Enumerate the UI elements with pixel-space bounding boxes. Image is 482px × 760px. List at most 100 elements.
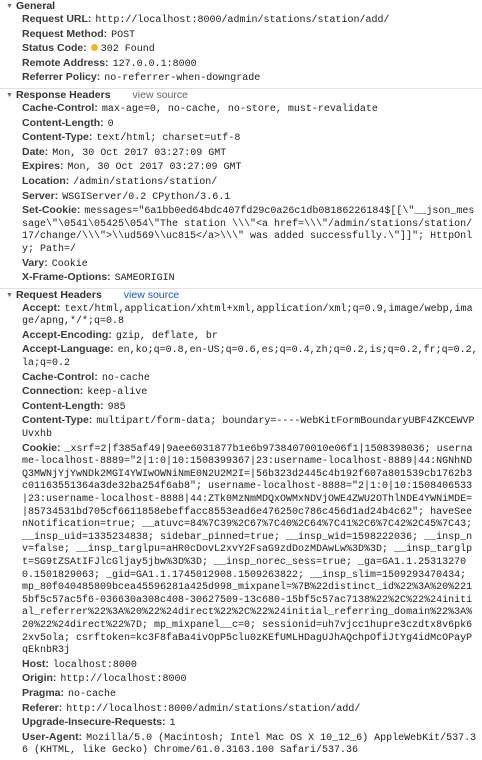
header-row-user-agent: User-Agent: Mozilla/5.0 (Macintosh; Intel…: [22, 731, 478, 758]
header-value: http://localhost:8000: [60, 674, 187, 686]
header-value: Mon, 30 Oct 2017 03:27:09 GMT: [52, 147, 227, 159]
section-header-general[interactable]: ▼ General: [0, 0, 482, 13]
header-value: no-cache: [101, 372, 150, 384]
header-row-cache-control: Cache-Control: max-age=0, no-cache, no-st…: [22, 102, 478, 117]
triangle-down-icon[interactable]: ▼: [6, 89, 16, 102]
header-row-content-length: Content-Length: 985: [22, 400, 478, 415]
header-row-set-cookie: Set-Cookie: messages="6a1bb0ed64bdc407fd2…: [22, 204, 478, 256]
header-row-server: Server: WSGIServer/0.2 CPython/3.6.1: [22, 190, 478, 205]
header-value: 0: [107, 118, 114, 130]
header-value: 302 Found: [100, 44, 155, 56]
header-value: text/html; charset=utf-8: [96, 133, 241, 145]
header-value: text/html,application/xhtml+xml,applicat…: [22, 303, 473, 328]
header-name: Referrer Policy:: [22, 71, 101, 84]
header-list: Cache-Control: max-age=0, no-cache, no-st…: [0, 102, 482, 288]
status-dot-icon: [90, 44, 98, 52]
header-row-accept-language: Accept-Language: en,ko;q=0.8,en-US;q=0.6,…: [22, 343, 478, 370]
header-list: Request URL: http://localhost:8000/admin/…: [0, 13, 482, 88]
header-row-cookie: Cookie: _xsrf=2|f385af49|9aee6031877b1e6b…: [22, 442, 478, 658]
header-value: 1: [169, 718, 176, 730]
header-value: max-age=0, no-cache, no-store, must-reva…: [101, 103, 378, 115]
section-title: Request Headers: [16, 288, 102, 301]
header-row-expires: Expires: Mon, 30 Oct 2017 03:27:09 GMT: [22, 160, 478, 175]
header-name: Pragma:: [22, 686, 65, 699]
header-value: keep-alive: [87, 387, 148, 399]
header-name: Remote Address:: [22, 56, 109, 69]
header-name: Set-Cookie:: [22, 204, 81, 217]
header-value: http://localhost:8000/admin/stations/sta…: [66, 703, 361, 715]
header-row-vary: Vary: Cookie: [22, 257, 478, 272]
header-name: Location:: [22, 174, 70, 187]
header-name: Request URL:: [22, 13, 92, 25]
header-row-connection: Connection: keep-alive: [22, 385, 478, 400]
header-name: Expires:: [22, 160, 64, 173]
section-request-headers: ▼ Request Headers view source Accept: text/h…: [0, 289, 482, 760]
header-list: Accept: text/html,application/xhtml+xml,a…: [0, 302, 482, 760]
header-value: messages="6a1bb0ed64bdc407fd29c0a26c1db0…: [22, 206, 475, 255]
header-value: Cookie: [51, 258, 88, 270]
header-name: Origin:: [22, 672, 57, 685]
header-row-referer: Referer: http://localhost:8000/admin/stat…: [22, 702, 478, 717]
header-row-request-url: Request URL: http://localhost:8000/admin/…: [22, 13, 478, 28]
header-row-pragma: Pragma: no-cache: [22, 687, 478, 702]
header-row-request-method: Request Method: POST: [22, 28, 478, 43]
header-row-content-length: Content-Length: 0: [22, 117, 478, 132]
header-row-status-code: Status Code: 302 Found: [22, 42, 478, 57]
header-value: http://localhost:8000/admin/stations/sta…: [95, 15, 390, 26]
header-value: POST: [111, 29, 136, 41]
header-name: Vary:: [22, 256, 48, 269]
header-value: Mozilla/5.0 (Macintosh; Intel Mac OS X 1…: [22, 732, 477, 757]
section-header-request-headers[interactable]: ▼ Request Headers view source: [0, 289, 482, 302]
header-row-location: Location:/admin/stations/station/: [22, 175, 478, 190]
header-row-date: Date: Mon, 30 Oct 2017 03:27:09 GMT: [22, 146, 478, 161]
headers-panel: ▼ General Request URL: http://localhost:800…: [0, 0, 482, 760]
section-response-headers: ▼ Response Headers view source Cache-Contro…: [0, 89, 482, 289]
header-name: Cookie:: [22, 441, 61, 454]
header-name: Content-Type:: [22, 414, 93, 427]
triangle-down-icon[interactable]: ▼: [6, 0, 16, 13]
header-name: Accept:: [22, 301, 61, 314]
header-name: Content-Length:: [22, 399, 104, 412]
header-name: Upgrade-Insecure-Requests:: [22, 716, 166, 729]
header-name: Server:: [22, 189, 59, 202]
header-row-remote-address: Remote Address: 127.0.0.1:8000: [22, 57, 478, 72]
header-name: Content-Type:: [22, 131, 93, 144]
header-value: 985: [107, 401, 126, 413]
header-row-accept-encoding: Accept-Encoding: gzip, deflate, br: [22, 329, 478, 344]
view-source-link[interactable]: view source: [133, 89, 188, 101]
section-header-response-headers[interactable]: ▼ Response Headers view source: [0, 89, 482, 102]
view-source-link[interactable]: view source: [124, 289, 179, 301]
section-general: ▼ General Request URL: http://localhost:800…: [0, 0, 482, 89]
header-name: Status Code:: [22, 42, 87, 55]
header-name: User-Agent:: [22, 730, 83, 743]
section-title: General: [16, 0, 56, 12]
header-value: no-referrer-when-downgrade: [104, 73, 261, 85]
header-row-accept: Accept: text/html,application/xhtml+xml,a…: [22, 302, 478, 329]
header-value: SAMEORIGIN: [114, 273, 175, 285]
header-row-referrer-policy: Referrer Policy: no-referrer-when-downgra…: [22, 71, 478, 86]
header-name: Date:: [22, 145, 49, 158]
triangle-down-icon[interactable]: ▼: [6, 289, 16, 302]
header-name: Connection:: [22, 385, 84, 398]
header-value: no-cache: [68, 688, 117, 700]
header-name: X-Frame-Options:: [22, 271, 111, 284]
header-row-host: Host: localhost:8000: [22, 658, 478, 673]
header-value: WSGIServer/0.2 CPython/3.6.1: [62, 191, 231, 203]
header-value: gzip, deflate, br: [115, 330, 218, 342]
header-name: Content-Length:: [22, 116, 104, 129]
header-value: localhost:8000: [52, 659, 137, 671]
section-title: Response Headers: [16, 88, 111, 101]
header-name: Request Method:: [22, 27, 108, 40]
header-name: Referer:: [22, 701, 63, 714]
header-value: 127.0.0.1:8000: [112, 58, 197, 70]
header-name: Accept-Encoding:: [22, 328, 112, 341]
header-value: Mon, 30 Oct 2017 03:27:09 GMT: [67, 162, 242, 174]
header-row-content-type: Content-Type: text/html; charset=utf-8: [22, 131, 478, 146]
header-value: /admin/stations/station/: [73, 176, 218, 188]
header-row-x-frame-options: X-Frame-Options: SAMEORIGIN: [22, 271, 478, 286]
header-value: _xsrf=2|f385af49|9aee6031877b1e6b9738407…: [22, 443, 479, 657]
header-row-upgrade-insecure-requests: Upgrade-Insecure-Requests: 1: [22, 716, 478, 731]
header-name: Cache-Control:: [22, 370, 98, 383]
header-name: Cache-Control:: [22, 101, 98, 114]
header-name: Host:: [22, 657, 49, 670]
